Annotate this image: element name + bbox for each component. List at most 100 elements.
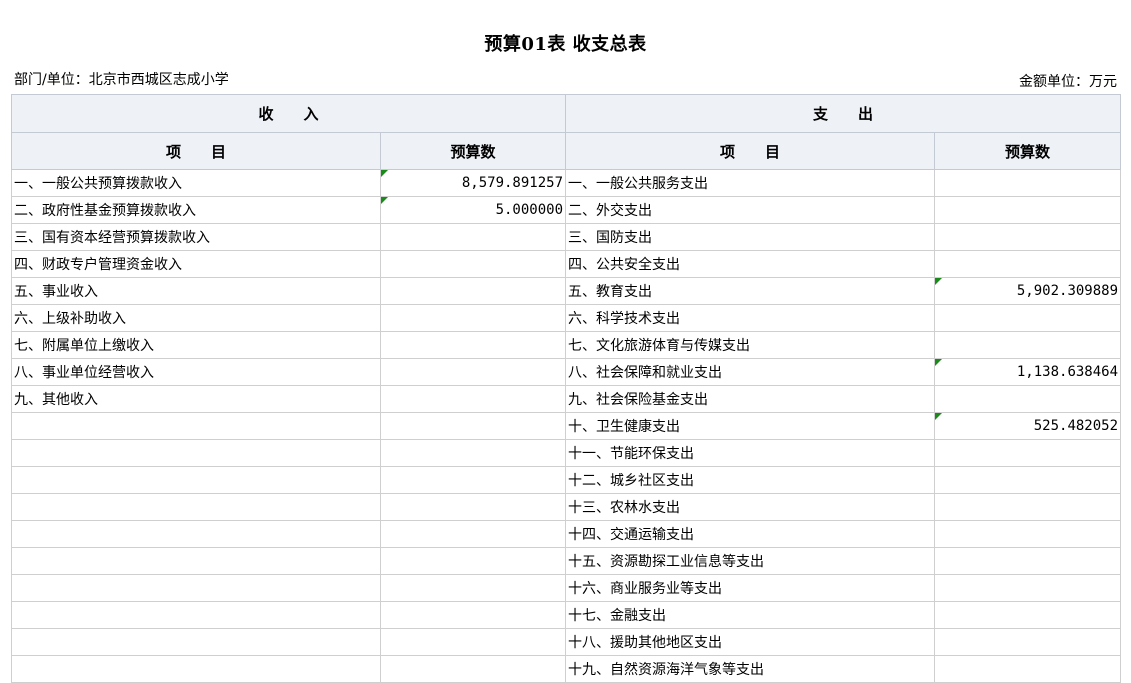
header-expense[interactable]: 支 出 (565, 94, 1122, 133)
expense-value-cell[interactable] (934, 304, 1122, 332)
expense-value-cell[interactable] (934, 601, 1122, 629)
expense-value-cell[interactable] (934, 331, 1122, 359)
expense-item-cell[interactable]: 七、文化旅游体育与传媒支出 (565, 331, 936, 359)
income-value-cell[interactable] (379, 304, 567, 332)
income-value-cell[interactable] (379, 466, 567, 494)
income-item-cell[interactable] (11, 493, 381, 521)
income-item-cell[interactable] (11, 439, 381, 467)
income-value-cell[interactable] (379, 385, 567, 413)
expense-value-cell[interactable] (934, 169, 1122, 197)
number-format-flag-icon (935, 413, 943, 420)
income-item-cell[interactable] (11, 601, 381, 629)
table-row: 八、事业单位经营收入 八、社会保障和就业支出 1,138.638464 (11, 358, 1122, 386)
budget-table: 收 入 支 出 项 目 预算数 项 目 预算数 一、一般公共预算拨款收入 8,57… (10, 94, 1122, 683)
expense-item-cell[interactable]: 十八、援助其他地区支出 (565, 628, 936, 656)
income-item-cell[interactable] (11, 628, 381, 656)
income-item-cell[interactable]: 九、其他收入 (11, 385, 381, 413)
table-row: 五、事业收入 五、教育支出 5,902.309889 (11, 277, 1122, 305)
header-income[interactable]: 收 入 (10, 94, 567, 133)
expense-item-cell[interactable]: 一、一般公共服务支出 (565, 169, 936, 197)
header-row-groups: 收 入 支 出 (10, 94, 1122, 133)
income-item-cell[interactable]: 八、事业单位经营收入 (11, 358, 381, 386)
income-value-cell[interactable] (379, 412, 567, 440)
expense-value-cell[interactable] (934, 196, 1122, 224)
income-item-cell[interactable] (11, 655, 381, 683)
expense-item-cell[interactable]: 十六、商业服务业等支出 (565, 574, 936, 602)
number-format-flag-icon (935, 278, 943, 285)
income-value-cell[interactable] (379, 520, 567, 548)
expense-item-cell[interactable]: 十九、自然资源海洋气象等支出 (565, 655, 936, 683)
expense-value-cell[interactable] (934, 385, 1122, 413)
income-value-cell[interactable] (379, 655, 567, 683)
table-row: 七、附属单位上缴收入 七、文化旅游体育与传媒支出 (11, 331, 1122, 359)
income-value-cell[interactable] (379, 574, 567, 602)
expense-value-cell[interactable] (934, 520, 1122, 548)
expense-value-cell[interactable]: 5,902.309889 (934, 277, 1122, 305)
expense-value-cell[interactable] (934, 655, 1122, 683)
expense-value-cell[interactable] (934, 547, 1122, 575)
cell-value: 5,902.309889 (1016, 283, 1119, 299)
table-row: 四、财政专户管理资金收入 四、公共安全支出 (11, 250, 1122, 278)
income-value-cell[interactable] (379, 331, 567, 359)
table-row: 十二、城乡社区支出 (11, 466, 1122, 494)
income-value-cell[interactable] (379, 628, 567, 656)
header-expense-item[interactable]: 项 目 (565, 132, 936, 170)
expense-item-cell[interactable]: 十一、节能环保支出 (565, 439, 936, 467)
expense-item-cell[interactable]: 六、科学技术支出 (565, 304, 936, 332)
expense-value-cell[interactable]: 525.482052 (934, 412, 1122, 440)
income-item-cell[interactable]: 三、国有资本经营预算拨款收入 (11, 223, 381, 251)
income-item-cell[interactable]: 四、财政专户管理资金收入 (11, 250, 381, 278)
expense-item-cell[interactable]: 九、社会保险基金支出 (565, 385, 936, 413)
income-item-cell[interactable] (11, 520, 381, 548)
income-value-cell[interactable] (379, 547, 567, 575)
income-item-cell[interactable] (11, 466, 381, 494)
expense-value-cell[interactable] (934, 466, 1122, 494)
expense-item-cell[interactable]: 十二、城乡社区支出 (565, 466, 936, 494)
table-row: 三、国有资本经营预算拨款收入 三、国防支出 (11, 223, 1122, 251)
number-format-flag-icon (381, 197, 388, 204)
expense-item-cell[interactable]: 二、外交支出 (565, 196, 936, 224)
income-item-cell[interactable] (11, 547, 381, 575)
expense-value-cell[interactable] (934, 493, 1122, 521)
income-item-cell[interactable]: 七、附属单位上缴收入 (11, 331, 381, 359)
expense-value-cell[interactable] (934, 223, 1122, 251)
income-value-cell[interactable] (379, 277, 567, 305)
unit-label: 金额单位：万元 (1019, 74, 1117, 90)
income-value-cell[interactable] (379, 493, 567, 521)
expense-value-cell[interactable] (934, 250, 1122, 278)
expense-value-cell[interactable] (934, 628, 1122, 656)
income-item-cell[interactable]: 五、事业收入 (11, 277, 381, 305)
income-value-cell[interactable] (379, 601, 567, 629)
expense-item-cell[interactable]: 十四、交通运输支出 (565, 520, 936, 548)
income-value-cell[interactable]: 8,579.891257 (379, 169, 567, 197)
expense-value-cell[interactable] (934, 439, 1122, 467)
expense-item-cell[interactable]: 十三、农林水支出 (565, 493, 936, 521)
expense-item-cell[interactable]: 十、卫生健康支出 (565, 412, 936, 440)
expense-value-cell[interactable]: 1,138.638464 (934, 358, 1122, 386)
income-value-cell[interactable] (379, 223, 567, 251)
table-row: 十三、农林水支出 (11, 493, 1122, 521)
income-value-cell[interactable] (379, 358, 567, 386)
expense-item-cell[interactable]: 四、公共安全支出 (565, 250, 936, 278)
header-income-item[interactable]: 项 目 (11, 132, 381, 170)
expense-item-cell[interactable]: 十五、资源勘探工业信息等支出 (565, 547, 936, 575)
cell-value: 1,138.638464 (1016, 364, 1119, 380)
header-expense-budget[interactable]: 预算数 (934, 132, 1122, 170)
expense-item-cell[interactable]: 三、国防支出 (565, 223, 936, 251)
income-item-cell[interactable] (11, 412, 381, 440)
income-item-cell[interactable] (11, 574, 381, 602)
income-value-cell[interactable]: 5.000000 (379, 196, 567, 224)
income-item-cell[interactable]: 六、上级补助收入 (11, 304, 381, 332)
income-item-cell[interactable]: 一、一般公共预算拨款收入 (11, 169, 381, 197)
expense-item-cell[interactable]: 八、社会保障和就业支出 (565, 358, 936, 386)
header-income-budget[interactable]: 预算数 (379, 132, 567, 170)
income-item-cell[interactable]: 二、政府性基金预算拨款收入 (11, 196, 381, 224)
number-format-flag-icon (935, 359, 943, 366)
income-value-cell[interactable] (379, 250, 567, 278)
table-row: 一、一般公共预算拨款收入 8,579.891257 一、一般公共服务支出 (11, 169, 1122, 197)
expense-item-cell[interactable]: 五、教育支出 (565, 277, 936, 305)
expense-item-cell[interactable]: 十七、金融支出 (565, 601, 936, 629)
expense-value-cell[interactable] (934, 574, 1122, 602)
table-row: 六、上级补助收入 六、科学技术支出 (11, 304, 1122, 332)
income-value-cell[interactable] (379, 439, 567, 467)
